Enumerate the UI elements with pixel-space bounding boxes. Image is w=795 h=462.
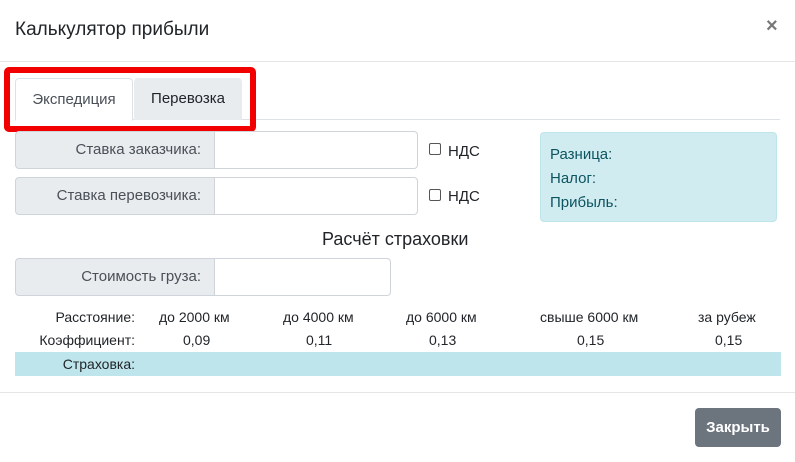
insurance-row-label: Страховка: — [62, 356, 135, 372]
vat-customer-label: НДС — [448, 143, 480, 160]
distance-cell: до 2000 км — [159, 309, 230, 325]
tab-bar: Экспедиция Перевозка — [15, 78, 780, 121]
modal-title: Калькулятор прибыли — [15, 19, 210, 40]
customer-rate-label: Ставка заказчика: — [15, 131, 215, 169]
coefficient-row: Коэффициент: 0,09 0,11 0,13 0,15 0,15 — [15, 328, 781, 352]
vat-carrier-checkbox[interactable] — [429, 189, 441, 201]
distance-cell: за рубеж — [698, 309, 756, 325]
vat-carrier-label: НДС — [448, 188, 480, 205]
difference-label: Разница: — [550, 146, 613, 163]
insurance-row: Страховка: — [15, 352, 781, 376]
modal-header: Калькулятор прибыли × — [0, 0, 795, 62]
close-icon[interactable]: × — [766, 16, 778, 36]
cargo-value-input[interactable] — [215, 258, 391, 296]
insurance-section-title: Расчёт страховки — [322, 229, 469, 249]
tab-transportation[interactable]: Перевозка — [134, 78, 242, 120]
profit-label: Прибыль: — [550, 194, 618, 211]
coefficient-cell: 0,09 — [183, 332, 211, 348]
coefficient-row-label: Коэффициент: — [39, 332, 135, 348]
distance-cell: до 6000 км — [406, 309, 477, 325]
vat-customer-checkbox[interactable] — [429, 143, 441, 155]
tax-label: Налог: — [550, 170, 597, 187]
coefficient-cell: 0,15 — [715, 332, 743, 348]
carrier-rate-group: Ставка перевозчика: — [15, 177, 418, 215]
coefficient-cell: 0,15 — [577, 332, 605, 348]
cargo-value-label: Стоимость груза: — [15, 258, 215, 296]
distance-cell: до 4000 км — [283, 309, 354, 325]
distance-row: Расстояние: до 2000 км до 4000 км до 600… — [15, 305, 781, 329]
coefficient-cell: 0,11 — [306, 332, 333, 348]
tab-expedition[interactable]: Экспедиция — [15, 78, 133, 121]
coefficient-cell: 0,13 — [429, 332, 457, 348]
customer-rate-input[interactable] — [215, 131, 418, 169]
carrier-rate-input[interactable] — [215, 177, 418, 215]
distance-cell: свыше 6000 км — [540, 309, 639, 325]
profit-result-box: Разница: Налог: Прибыль: — [540, 132, 777, 222]
cargo-value-group: Стоимость груза: — [15, 258, 391, 296]
close-button[interactable]: Закрыть — [695, 408, 781, 447]
profit-calculator-modal: Калькулятор прибыли × Экспедиция Перевоз… — [0, 0, 795, 462]
distance-row-label: Расстояние: — [55, 309, 135, 325]
customer-rate-group: Ставка заказчика: — [15, 131, 418, 169]
carrier-rate-label: Ставка перевозчика: — [15, 177, 215, 215]
modal-footer-divider — [0, 392, 795, 393]
